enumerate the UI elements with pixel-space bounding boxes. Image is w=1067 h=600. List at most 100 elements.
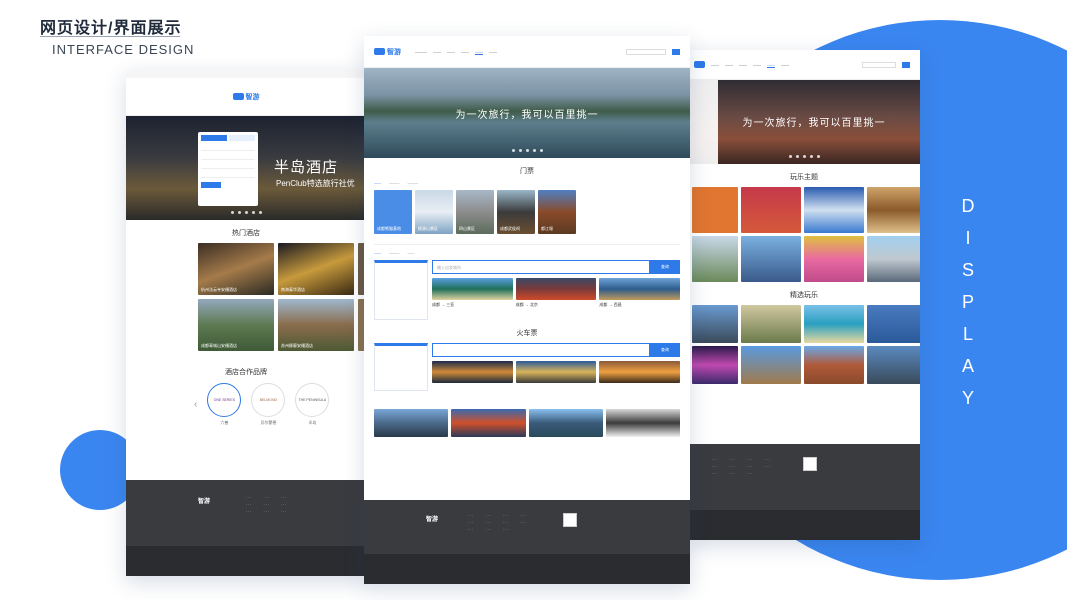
brand-logo[interactable]: BELMOND bbox=[251, 383, 286, 417]
tab-overseas[interactable] bbox=[229, 135, 255, 141]
route-photo[interactable] bbox=[432, 361, 513, 383]
chevron-left-icon[interactable]: ‹ bbox=[194, 399, 197, 410]
city-field[interactable] bbox=[201, 145, 255, 151]
footer-links: · · · · · · · · · · · · · · · · · · · · · · ·… bbox=[246, 496, 287, 514]
hot-hotels-heading: 热门酒店 bbox=[232, 230, 260, 237]
theme-card[interactable] bbox=[867, 236, 920, 282]
keyword-field[interactable] bbox=[201, 172, 255, 178]
display-letter: L bbox=[962, 324, 977, 344]
select-heading: 精选玩乐 bbox=[790, 292, 818, 299]
theme-card[interactable] bbox=[741, 187, 801, 233]
site-footer: · · · · · · · · · · · · · · · · · · · · · · ·… bbox=[688, 444, 920, 540]
train-search: 查询 bbox=[432, 343, 680, 357]
select-card[interactable] bbox=[741, 346, 801, 384]
showcase-subtitle: INTERFACE DESIGN bbox=[52, 42, 195, 57]
showcase-stage: 网页设计/界面展示 INTERFACE DESIGN DISPLAY 推荐 智游 bbox=[0, 0, 1067, 600]
site-logo[interactable]: 智游 bbox=[232, 92, 260, 102]
brand-carousel: ‹ ONE SERIES 六善 BELMOND 贝尔蒙德 THE PENINSU… bbox=[126, 383, 366, 426]
flight-form[interactable] bbox=[374, 260, 428, 320]
theme-card[interactable] bbox=[804, 236, 864, 282]
hotel-hero-banner: 半岛酒店 PenClub特选旅行社优 bbox=[126, 116, 366, 220]
query-button[interactable]: 查询 bbox=[650, 260, 680, 274]
select-card[interactable] bbox=[741, 305, 801, 343]
display-letter: D bbox=[961, 196, 979, 216]
ticket-card[interactable]: 桃源山景区 bbox=[415, 190, 453, 234]
hotel-card[interactable]: 杭州法云寺安缦酒店 bbox=[198, 243, 274, 295]
carousel-dots[interactable] bbox=[688, 155, 920, 158]
search-button[interactable] bbox=[201, 182, 221, 188]
destination-input[interactable]: 输入出发城市 bbox=[432, 260, 650, 274]
checkin-field[interactable] bbox=[201, 154, 255, 160]
site-footer: 智游 · · · · · · · · · · · · · · · · · · · · ·… bbox=[364, 500, 690, 584]
ticket-feature-card[interactable]: 成都熊猫基地 bbox=[374, 190, 412, 234]
showcase-title: 网页设计/界面展示 bbox=[40, 20, 182, 37]
route-photo[interactable] bbox=[432, 278, 513, 300]
display-letter: Y bbox=[961, 388, 978, 408]
footer-bottom-bar bbox=[688, 510, 920, 540]
brand-logo[interactable]: THE PENINSULA bbox=[295, 383, 330, 417]
brand-logo[interactable]: ONE SERIES bbox=[207, 383, 242, 417]
brand-heading: 酒店合作品牌 bbox=[225, 369, 267, 376]
top-utility-bar bbox=[126, 70, 366, 78]
theme-card[interactable] bbox=[741, 236, 801, 282]
flight-search: 输入出发城市 查询 bbox=[432, 260, 680, 274]
train-query-button[interactable]: 查询 bbox=[650, 343, 680, 357]
ticket-card[interactable]: 都江堰 bbox=[538, 190, 576, 234]
qr-code bbox=[563, 513, 577, 527]
site-footer: 智游 · · · · · · · · · · · · · · · · · · · · ·… bbox=[126, 480, 366, 576]
display-letter: I bbox=[965, 228, 975, 248]
route-photo[interactable] bbox=[515, 361, 597, 383]
ticket-section: —— ——— ——— 成都熊猫基地 桃源山景区 四山景区 成都武侯祠 都江堰 bbox=[374, 181, 680, 234]
hero-caption: 为一次旅行，我可以百里挑一 bbox=[455, 110, 599, 121]
title-divider bbox=[40, 36, 180, 37]
footer-bottom-bar bbox=[364, 554, 690, 584]
hotel-grid: 杭州法云寺安缦酒店 南海泰华酒店 成都青城山安缦酒店 苏州柳廊安缦酒店 bbox=[126, 243, 366, 351]
recommend-card[interactable] bbox=[605, 409, 680, 437]
footer-links: · · · · · · · · · · · · · · · · · · · · · · ·… bbox=[468, 514, 526, 532]
train-input[interactable] bbox=[432, 343, 650, 357]
route-photo[interactable] bbox=[599, 361, 681, 383]
qr-code bbox=[803, 457, 817, 471]
route-photo[interactable] bbox=[515, 278, 597, 300]
recommend-card[interactable] bbox=[374, 409, 449, 437]
nav-bar: 智游 ——— —— —— —— —— —— bbox=[364, 36, 690, 68]
hotel-card[interactable]: 南海泰华酒店 bbox=[278, 243, 354, 295]
logo-text: 智游 bbox=[245, 93, 260, 101]
select-card[interactable] bbox=[804, 305, 864, 343]
footer-logo: 智游 bbox=[198, 499, 211, 505]
train-heading: 火车票 bbox=[516, 330, 538, 337]
nav-bar: —— —— —— —— —— —— bbox=[688, 50, 920, 80]
theme-card[interactable] bbox=[867, 187, 920, 233]
recommend-card[interactable] bbox=[451, 409, 526, 437]
ticket-card[interactable]: 成都武侯祠 bbox=[497, 190, 535, 234]
recommend-card[interactable] bbox=[528, 409, 603, 437]
hero-hotel-title: 半岛酒店 bbox=[274, 159, 339, 176]
train-form[interactable] bbox=[374, 343, 428, 391]
checkout-field[interactable] bbox=[201, 163, 255, 169]
site-logo[interactable] bbox=[694, 61, 705, 68]
carousel-dots[interactable] bbox=[126, 211, 366, 214]
select-card[interactable] bbox=[692, 305, 738, 343]
tickets-heading: 门票 bbox=[520, 168, 534, 175]
select-card[interactable] bbox=[867, 346, 920, 384]
theme-card[interactable] bbox=[804, 187, 864, 233]
ticket-page-mockup: 智游 ——— —— —— —— —— —— 为一次旅行，我可以百里挑一 门票 —… bbox=[364, 36, 690, 584]
theme-card[interactable] bbox=[692, 236, 738, 282]
hotel-card[interactable]: 成都青城山安缦酒店 bbox=[198, 299, 274, 351]
hotel-card[interactable]: 苏州柳廊安缦酒店 bbox=[278, 299, 354, 351]
carousel-dots[interactable] bbox=[364, 149, 690, 152]
site-logo[interactable]: 智游 bbox=[374, 47, 401, 57]
select-card[interactable] bbox=[692, 346, 738, 384]
logo-text: 智游 bbox=[387, 48, 401, 56]
display-letter: P bbox=[961, 292, 978, 312]
brand-name: 六善 bbox=[220, 420, 229, 425]
hero-caption: 为一次旅行，我可以百里挑一 bbox=[742, 118, 886, 129]
flight-section: —— ——— —— 输入出发城市 查询 成都 → 三亚 成都 → 北京 成都 →… bbox=[374, 244, 681, 320]
theme-card[interactable] bbox=[692, 187, 738, 233]
tab-domestic[interactable] bbox=[201, 135, 227, 141]
route-photo[interactable] bbox=[599, 278, 681, 300]
theme-grid bbox=[688, 187, 920, 282]
select-card[interactable] bbox=[804, 346, 864, 384]
select-card[interactable] bbox=[867, 305, 920, 343]
ticket-card[interactable]: 四山景区 bbox=[456, 190, 494, 234]
